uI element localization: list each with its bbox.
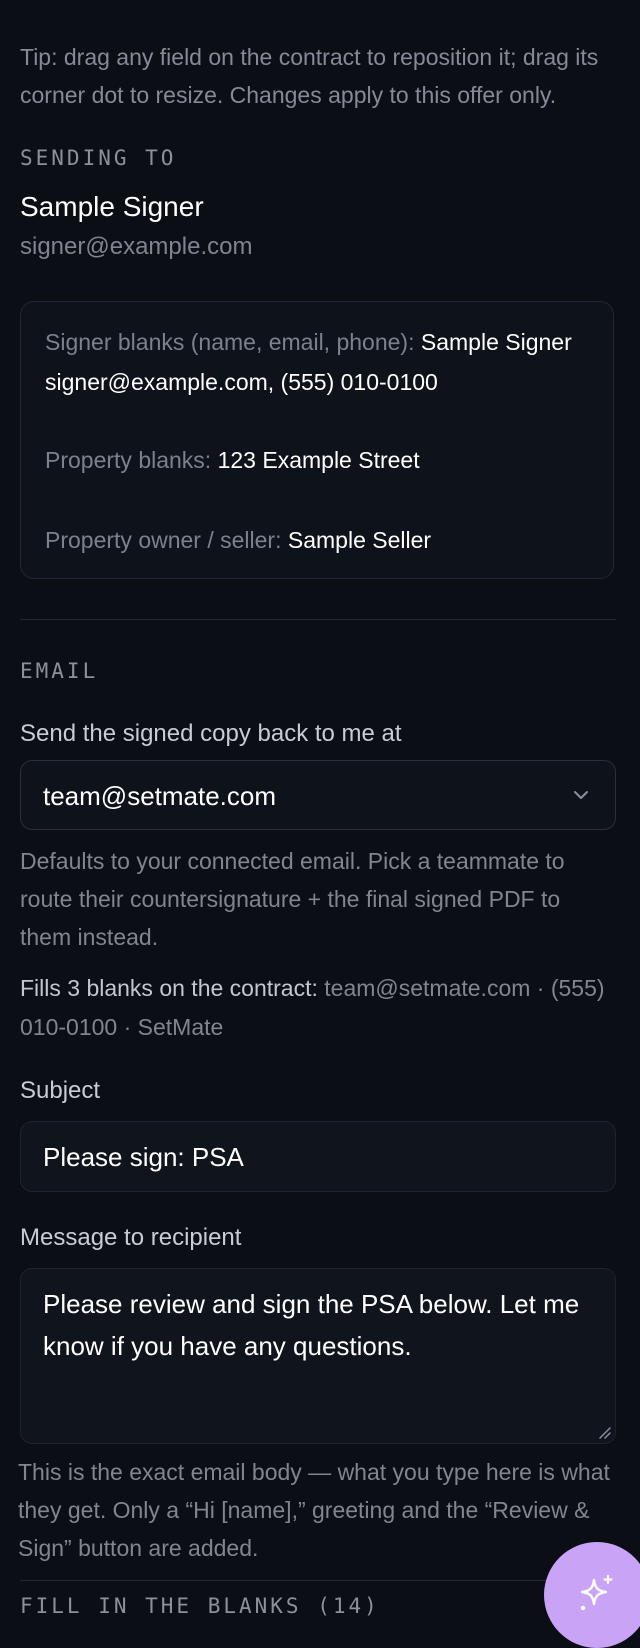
signer-name: Sample Signer — [20, 191, 204, 222]
message-textarea-value: Please review and sign the PSA below. Le… — [43, 1289, 580, 1361]
signer-blanks-row: Signer blanks (name, email, phone): Samp… — [45, 322, 585, 402]
fills-blanks-note: Fills 3 blanks on the contract: team@set… — [20, 969, 616, 1047]
email-section-label: EMAIL — [20, 659, 99, 683]
owner-blanks-label: Property owner / seller: — [45, 527, 282, 553]
chevron-down-icon — [574, 791, 588, 799]
return-email-helper: Defaults to your connected email. Pick a… — [20, 848, 565, 950]
owner-blanks-row: Property owner / seller: Sample Seller — [45, 520, 585, 560]
signer-blanks-label: Signer blanks (name, email, phone): — [45, 329, 415, 355]
property-blanks-row: Property blanks: 123 Example Street — [45, 440, 585, 480]
sending-to-label: SENDING TO — [20, 146, 177, 170]
reposition-tip: Tip: drag any field on the contract to r… — [20, 44, 599, 108]
return-email-select[interactable]: team@setmate.com — [20, 760, 616, 830]
subject-input[interactable]: Please sign: PSA — [20, 1121, 616, 1192]
send-back-label: Send the signed copy back to me at — [20, 720, 402, 747]
sparkles-icon — [580, 1574, 613, 1611]
return-email-value: team@setmate.com — [43, 781, 277, 811]
subject-label: Subject — [20, 1077, 101, 1104]
section-divider — [20, 1580, 616, 1581]
fill-blanks-label: FILL IN THE BLANKS (14) — [20, 1594, 380, 1618]
subject-input-value: Please sign: PSA — [43, 1142, 244, 1172]
email-body-helper: This is the exact email body — what you … — [18, 1459, 610, 1561]
property-blanks-label: Property blanks: — [45, 447, 212, 473]
owner-blanks-value: Sample Seller — [287, 527, 432, 553]
ai-assistant-button[interactable] — [544, 1542, 640, 1648]
blanks-summary-card: Signer blanks (name, email, phone): Samp… — [20, 301, 614, 579]
section-divider — [20, 619, 616, 620]
resize-handle-icon[interactable] — [597, 1425, 611, 1439]
fills-blanks-label: Fills 3 blanks on the contract: — [20, 975, 318, 1001]
message-label: Message to recipient — [20, 1224, 242, 1251]
signer-email: signer@example.com — [20, 233, 253, 260]
property-blanks-value: 123 Example Street — [217, 447, 420, 473]
message-textarea[interactable]: Please review and sign the PSA below. Le… — [20, 1268, 616, 1444]
